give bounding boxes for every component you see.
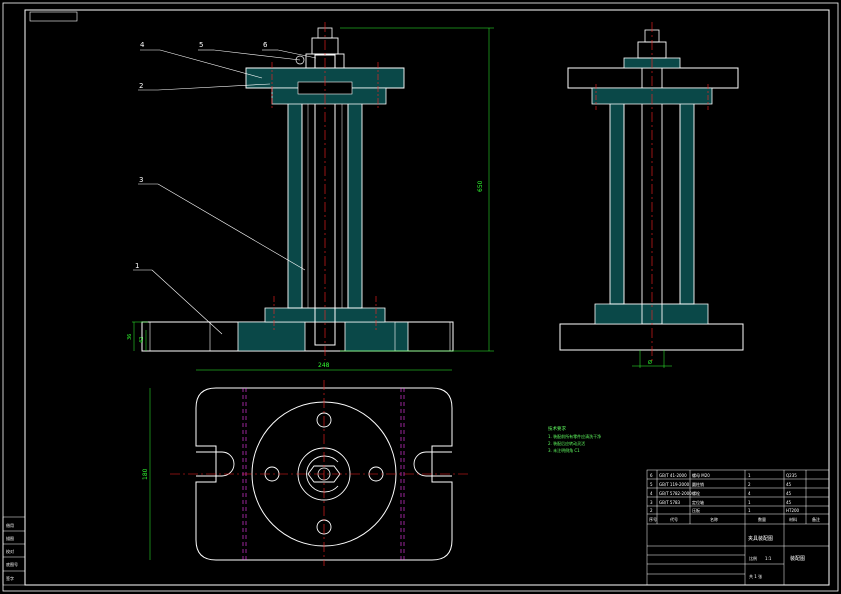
column-right-wall <box>347 99 363 309</box>
part-row-1-std: GB/T 41-2000 <box>659 473 687 478</box>
scale-value: 1:1 <box>765 556 772 561</box>
part-row-2-name: 圆柱销 <box>692 481 704 487</box>
dim-shaft-dia: Ø <box>648 359 652 366</box>
side-foot <box>594 303 709 325</box>
header-qty: 数量 <box>758 516 766 522</box>
dim-base-length: 248 <box>318 362 330 369</box>
slot-left <box>196 451 235 477</box>
stamp-label-1: 借用 <box>6 522 14 528</box>
drawing-number: 装配图 <box>790 555 805 562</box>
part-row-4-mat: 45 <box>786 500 792 505</box>
side-left-wall <box>609 99 625 305</box>
dim-base-a: 36 <box>127 334 133 340</box>
balloon-6: 6 <box>263 41 268 49</box>
drawing-name: 夹具装配图 <box>748 535 773 542</box>
dim-base-b: 42 <box>139 337 145 343</box>
part-row-5-qty: 1 <box>748 508 751 513</box>
balloon-5: 5 <box>199 41 203 49</box>
part-row-3-mat: 45 <box>786 491 792 496</box>
part-row-1-qty: 1 <box>748 473 751 478</box>
column-left-wall <box>287 99 303 309</box>
side-plate <box>567 67 739 89</box>
part-row-4-std: GB/T 5783 <box>659 500 681 505</box>
stamp-label-3: 校对 <box>6 548 14 554</box>
stamp-label-5: 签字 <box>6 575 14 581</box>
sheet-border <box>2 2 839 592</box>
note-line-3: 3. 未注明倒角 C1 <box>548 447 580 453</box>
header-remark: 备注 <box>812 516 820 522</box>
stamp-label-4: 底图号 <box>6 561 18 567</box>
frame-corner-box <box>29 11 78 22</box>
scale-label: 比例 <box>749 555 757 561</box>
part-row-4-name: 定位轴 <box>692 499 704 505</box>
base-slot-left <box>149 321 211 352</box>
part-row-2-no: 5 <box>650 482 653 487</box>
side-base <box>559 323 744 351</box>
part-row-5-mat: HT200 <box>786 508 800 513</box>
note-line-1: 1. 装配前所有零件应清洗干净 <box>548 433 601 439</box>
header-no: 序号 <box>649 516 657 522</box>
part-row-2-std: GB/T 119-2000 <box>659 482 690 487</box>
dim-total-height: 650 <box>477 180 484 192</box>
title-block <box>646 469 830 586</box>
part-row-3-std: GB/T 5782-2000 <box>659 491 692 496</box>
sheet-count: 共 1 张 <box>749 573 762 579</box>
part-row-3-no: 4 <box>650 491 653 496</box>
header-mat: 材料 <box>789 516 797 522</box>
base-hatch-right <box>344 321 409 352</box>
side-right-wall <box>679 99 695 305</box>
part-row-4-qty: 1 <box>748 500 751 505</box>
base-hatch-left <box>237 321 306 352</box>
header-name: 名称 <box>710 516 718 522</box>
part-row-1-name: 螺母 M20 <box>692 472 710 478</box>
header-std: 代号 <box>670 516 678 522</box>
slot-right <box>413 451 452 477</box>
part-row-1-mat: Q235 <box>786 473 797 478</box>
dim-base-width: 180 <box>142 468 149 480</box>
notes-heading: 技术要求 <box>548 425 566 432</box>
part-row-3-name: 螺栓 <box>692 490 700 496</box>
front-section-view <box>141 22 454 360</box>
side-section-view <box>559 22 744 368</box>
balloon-2: 2 <box>139 82 143 90</box>
balloon-3: 3 <box>139 176 143 184</box>
part-row-5-no: 2 <box>650 508 653 513</box>
part-row-1-no: 6 <box>650 473 653 478</box>
assembly-drawing: 借用 描图 校对 底图号 签字 4 5 6 2 3 1 650 36 42 Ø … <box>2 2 839 592</box>
stamp-label-2: 描图 <box>6 535 14 541</box>
part-row-4-no: 3 <box>650 500 653 505</box>
part-row-5-name: 压板 <box>692 507 700 513</box>
part-row-3-qty: 4 <box>748 491 751 496</box>
part-row-2-qty: 2 <box>748 482 751 487</box>
plan-view <box>149 369 470 566</box>
note-line-2: 2. 装配后应转动灵活 <box>548 440 585 446</box>
balloon-1: 1 <box>135 262 139 270</box>
balloon-4: 4 <box>140 41 145 49</box>
part-row-2-mat: 45 <box>786 482 792 487</box>
